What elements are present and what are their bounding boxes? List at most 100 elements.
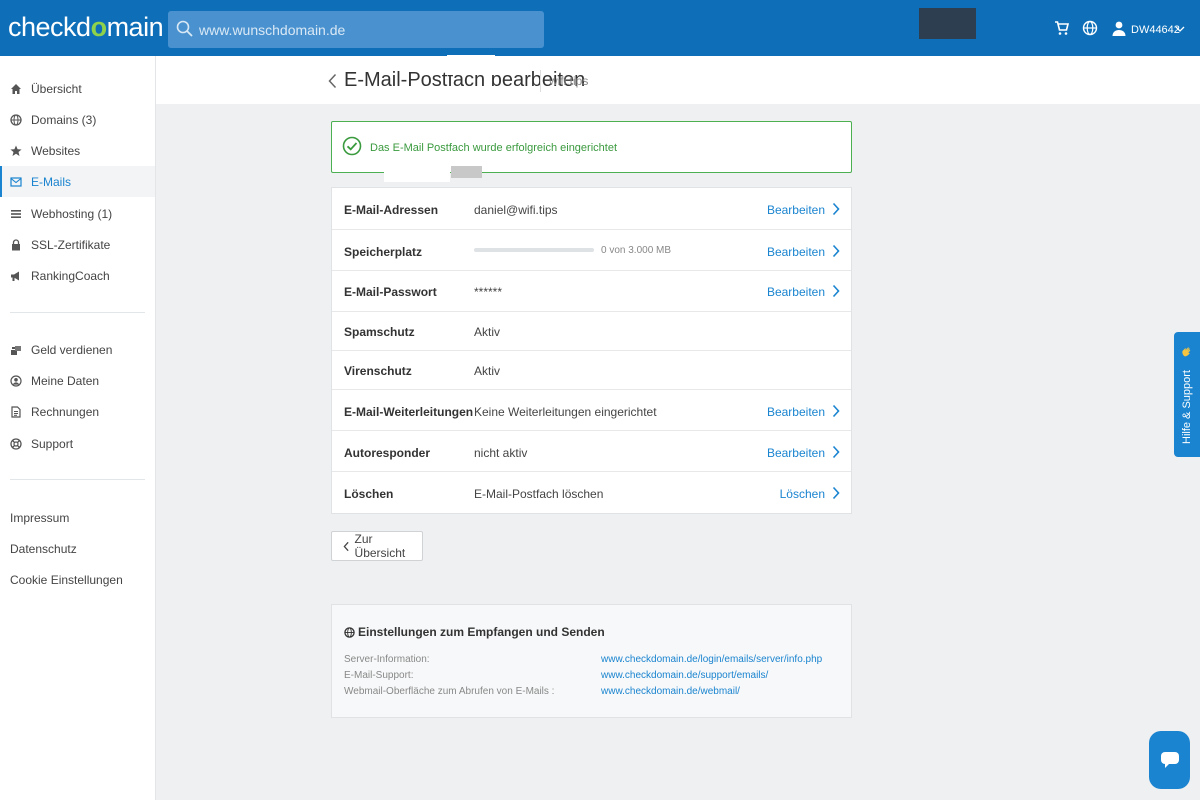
- sidebar-item-label: E-Mails: [31, 174, 72, 189]
- table-row: Speicherplatz 0 von 3.000 MB Bearbeiten: [332, 230, 851, 271]
- row-label: E-Mail-Passwort: [344, 285, 437, 299]
- table-row: E-Mail-Adressen daniel@wifi.tips Bearbei…: [332, 188, 851, 230]
- table-row: E-Mail-Passwort ****** Bearbeiten: [332, 271, 851, 312]
- lock-icon: [12, 238, 20, 250]
- search-input[interactable]: www.wunschdomain.de: [168, 11, 544, 48]
- coins-icon: [11, 345, 21, 355]
- webmail-link[interactable]: www.checkdomain.de/webmail/: [601, 686, 740, 697]
- home-icon: [11, 83, 21, 94]
- sidebar-item-support[interactable]: Support: [0, 428, 155, 459]
- page-header: [156, 56, 1200, 104]
- row-label: E-Mail-Weiterleitungen: [344, 405, 474, 419]
- cart-icon[interactable]: [1054, 20, 1070, 36]
- row-value: Keine Weiterleitungen eingerichtet: [474, 405, 657, 419]
- edit-forwarding-button[interactable]: Bearbeiten: [767, 405, 825, 419]
- sidebar-item-label: Übersicht: [31, 81, 82, 96]
- row-value: Aktiv: [474, 325, 501, 339]
- table-row: Spamschutz Aktiv: [332, 312, 851, 351]
- sidebar-item-label: RankingCoach: [31, 268, 110, 283]
- row-label: Virenschutz: [344, 364, 412, 378]
- sidebar-item-rechnungen[interactable]: Rechnungen: [0, 396, 155, 427]
- server-info-link[interactable]: www.checkdomain.de/login/emails/server/i…: [601, 654, 822, 665]
- sidebar-item-label: Webhosting (1): [31, 206, 113, 221]
- back-button-label: Zur Übersicht: [354, 532, 406, 560]
- waving-hand-icon: [1182, 347, 1191, 357]
- table-row: Löschen E-Mail-Postfach löschen Löschen: [332, 472, 851, 513]
- back-to-overview-button[interactable]: Zur Übersicht: [331, 531, 423, 561]
- back-chevron-icon[interactable]: [328, 73, 337, 89]
- sidebar-item-ssl[interactable]: SSL-Zertifikate: [0, 229, 155, 260]
- megaphone-icon: [11, 271, 19, 281]
- link-impressum[interactable]: Impressum: [10, 511, 69, 525]
- sidebar-item-geld-verdienen[interactable]: Geld verdienen: [0, 334, 155, 365]
- storage-label: 0 von 3.000 MB: [601, 245, 672, 256]
- edit-autoresponder-button[interactable]: Bearbeiten: [767, 446, 825, 460]
- sidebar-item-label: Meine Daten: [31, 373, 100, 388]
- chevron-right-icon[interactable]: [832, 244, 840, 258]
- chevron-right-icon[interactable]: [832, 404, 840, 418]
- help-support-label: Hilfe & Support: [1181, 370, 1193, 444]
- search-placeholder: www.wunschdomain.de: [199, 22, 346, 38]
- check-circle-icon: [342, 136, 362, 156]
- logo-check: o: [90, 12, 108, 42]
- chevron-right-icon[interactable]: [832, 486, 840, 500]
- sidebar-item-rankingcoach[interactable]: RankingCoach: [0, 260, 155, 291]
- search-icon: [176, 20, 193, 37]
- mailbox-details: E-Mail-Adressen daniel@wifi.tips Bearbei…: [331, 187, 852, 514]
- chat-icon: [1161, 752, 1179, 768]
- row-label: Autoresponder: [344, 446, 431, 460]
- sidebar-item-websites[interactable]: Websites: [0, 135, 155, 166]
- edit-storage-button[interactable]: Bearbeiten: [767, 245, 825, 259]
- row-label: E-Mail-Adressen: [344, 203, 439, 217]
- row-value: nicht aktiv: [474, 446, 528, 460]
- sidebar-item-meine-daten[interactable]: Meine Daten: [0, 365, 155, 396]
- user-circle-icon: [10, 374, 22, 387]
- chevron-down-icon[interactable]: [1175, 25, 1185, 33]
- edit-email-addresses-button[interactable]: Bearbeiten: [767, 203, 825, 217]
- list-icon: [11, 209, 21, 218]
- logo[interactable]: checkdomain: [8, 12, 164, 43]
- link-cookie-einstellungen[interactable]: Cookie Einstellungen: [10, 573, 123, 587]
- redacted-patch: [384, 166, 450, 182]
- domain-label: wifi.tips: [549, 74, 589, 88]
- logo-text-end: main: [106, 12, 164, 42]
- sidebar-divider: [10, 479, 145, 480]
- chevron-right-icon[interactable]: [832, 445, 840, 459]
- table-row: Autoresponder nicht aktiv Bearbeiten: [332, 431, 851, 472]
- chevron-right-icon[interactable]: [832, 202, 840, 216]
- sidebar: Übersicht Domains (3) Websites E-Mails W…: [0, 56, 156, 800]
- settings-key: E-Mail-Support:: [344, 670, 414, 681]
- globe-icon[interactable]: [1082, 20, 1098, 36]
- email-support-link[interactable]: www.checkdomain.de/support/emails/: [601, 670, 768, 681]
- row-label: Spamschutz: [344, 325, 415, 339]
- sidebar-item-domains[interactable]: Domains (3): [0, 104, 155, 135]
- globe-icon: [10, 113, 22, 126]
- sidebar-divider: [10, 312, 145, 313]
- edit-password-button[interactable]: Bearbeiten: [767, 285, 825, 299]
- table-row: E-Mail-Weiterleitungen Keine Weiterleitu…: [332, 390, 851, 431]
- settings-key: Server-Information:: [344, 654, 430, 665]
- user-icon[interactable]: [1111, 20, 1127, 36]
- delete-mailbox-button[interactable]: Löschen: [780, 487, 825, 501]
- row-value: daniel@wifi.tips: [474, 203, 558, 217]
- sidebar-item-emails[interactable]: E-Mails: [0, 166, 155, 197]
- row-value: ******: [474, 285, 503, 299]
- user-account-label[interactable]: DW44642: [1131, 24, 1180, 36]
- redacted-box: [919, 8, 976, 39]
- settings-title: Einstellungen zum Empfangen und Senden: [358, 625, 605, 639]
- mail-icon: [10, 176, 22, 187]
- row-label: Löschen: [344, 487, 394, 501]
- chat-button[interactable]: [1149, 731, 1190, 789]
- row-value: Aktiv: [474, 364, 501, 378]
- chevron-right-icon[interactable]: [832, 284, 840, 298]
- lifebuoy-icon: [10, 437, 22, 450]
- row-label: Speicherplatz: [344, 245, 423, 259]
- sidebar-item-webhosting[interactable]: Webhosting (1): [0, 198, 155, 229]
- help-support-tab[interactable]: Hilfe & Support: [1174, 332, 1200, 457]
- sidebar-item-label: Domains (3): [31, 112, 97, 127]
- sidebar-item-label: Support: [31, 436, 74, 451]
- sidebar-item-label: Geld verdienen: [31, 342, 113, 357]
- settings-box: Einstellungen zum Empfangen und Senden S…: [331, 604, 852, 718]
- link-datenschutz[interactable]: Datenschutz: [10, 542, 77, 556]
- sidebar-item-uebersicht[interactable]: Übersicht: [0, 73, 155, 104]
